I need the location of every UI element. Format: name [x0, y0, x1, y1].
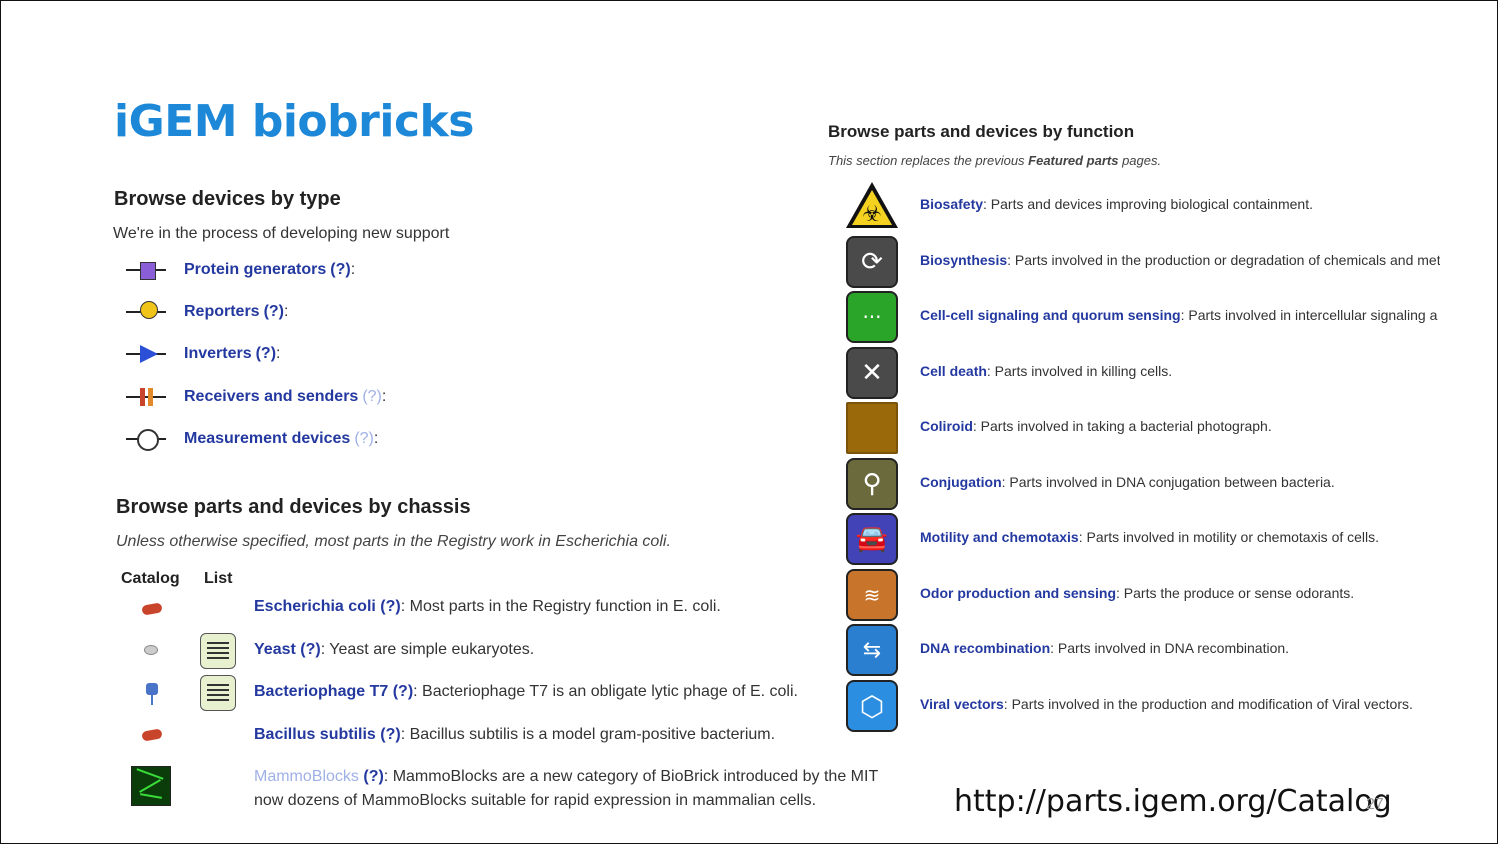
function-link[interactable]: Cell-cell signaling and quorum sensing [920, 307, 1181, 323]
slide-title: iGEM biobricks [114, 96, 474, 147]
device-label[interactable]: Reporters [184, 303, 260, 321]
catalog-column-header: Catalog [121, 570, 180, 587]
list-icon[interactable] [200, 633, 236, 669]
help-link[interactable]: (?) [264, 303, 284, 321]
function-link[interactable]: Biosynthesis [920, 252, 1007, 268]
yeast-icon[interactable] [140, 641, 168, 663]
device-item-receivers-senders[interactable]: Receivers and senders (?) : [126, 382, 386, 412]
function-link[interactable]: Motility and chemotaxis [920, 529, 1079, 545]
function-link[interactable]: Odor production and sensing [920, 585, 1116, 601]
protein-generator-icon [126, 257, 170, 283]
ecoli-icon[interactable] [140, 598, 168, 620]
devices-subtitle: We're in the process of developing new s… [113, 225, 450, 242]
signaling-icon[interactable]: ··· [846, 291, 898, 343]
device-label[interactable]: Measurement devices [184, 430, 350, 448]
help-link[interactable]: (?) [300, 641, 320, 658]
receiver-sender-icon [126, 384, 170, 410]
help-link[interactable]: (?) [393, 683, 413, 700]
function-row-signaling: ··· Cell-cell signaling and quorum sensi… [846, 291, 1486, 343]
function-row-biosafety: ☣ Biosafety: Parts and devices improving… [846, 180, 1486, 232]
chassis-link[interactable]: Escherichia coli [254, 598, 376, 615]
help-link[interactable]: (?) [380, 726, 400, 743]
list-column-header: List [204, 570, 233, 587]
reporter-icon [126, 299, 170, 325]
function-row-coliroid: Coliroid: Parts involved in taking a bac… [846, 402, 1486, 454]
photograph-icon[interactable] [846, 402, 898, 454]
bacteriophage-icon[interactable] [140, 683, 168, 705]
chassis-subtitle: Unless otherwise specified, most parts i… [116, 533, 671, 550]
cross-icon[interactable]: ✕ [846, 347, 898, 399]
catalog-url[interactable]: http://parts.igem.org/Catalog [954, 784, 1392, 819]
help-link[interactable]: (?) [363, 768, 383, 785]
device-label[interactable]: Inverters [184, 345, 252, 363]
list-icon[interactable] [200, 675, 236, 711]
odor-icon[interactable]: ≋ [846, 569, 898, 621]
device-label[interactable]: Protein generators [184, 261, 326, 279]
cycle-arrows-icon[interactable]: ⟳ [846, 236, 898, 288]
car-icon[interactable]: 🚘 [846, 513, 898, 565]
chassis-link[interactable]: Bacillus subtilis [254, 726, 376, 743]
biohazard-icon[interactable]: ☣ [846, 180, 898, 232]
chassis-link[interactable]: MammoBlocks [254, 768, 359, 785]
function-link[interactable]: Viral vectors [920, 696, 1004, 712]
function-row-conjugation: ⚲ Conjugation: Parts involved in DNA con… [846, 458, 1486, 510]
device-item-protein-generators[interactable]: Protein generators (?) : [126, 255, 355, 285]
function-row-biosynthesis: ⟳ Biosynthesis: Parts involved in the pr… [846, 236, 1486, 288]
function-link[interactable]: Conjugation [920, 474, 1002, 490]
virus-icon[interactable]: ⬡ [846, 680, 898, 732]
function-link[interactable]: Coliroid [920, 418, 973, 434]
help-link[interactable]: (?) [362, 388, 382, 406]
devices-heading: Browse devices by type [114, 188, 341, 210]
measurement-icon [126, 426, 170, 452]
chassis-link[interactable]: Yeast [254, 641, 296, 658]
chassis-heading: Browse parts and devices by chassis [116, 496, 471, 518]
help-link[interactable]: (?) [330, 261, 350, 279]
recombination-icon[interactable]: ⇆ [846, 624, 898, 676]
device-item-measurement[interactable]: Measurement devices (?) : [126, 424, 378, 454]
device-item-reporters[interactable]: Reporters (?) : [126, 297, 288, 327]
function-link[interactable]: Biosafety [920, 196, 983, 212]
chassis-link[interactable]: Bacteriophage T7 [254, 683, 388, 700]
conjugation-icon[interactable]: ⚲ [846, 458, 898, 510]
function-row-viral-vectors: ⬡ Viral vectors: Parts involved in the p… [846, 680, 1486, 732]
help-link[interactable]: (?) [256, 345, 276, 363]
function-row-recombination: ⇆ DNA recombination: Parts involved in D… [846, 624, 1486, 676]
function-row-motility: 🚘 Motility and chemotaxis: Parts involve… [846, 513, 1486, 565]
bacillus-icon[interactable] [140, 726, 168, 748]
help-link[interactable]: (?) [354, 430, 374, 448]
help-link[interactable]: (?) [380, 598, 400, 615]
functions-subtitle: This section replaces the previous Featu… [828, 153, 1162, 168]
function-row-cell-death: ✕ Cell death: Parts involved in killing … [846, 347, 1486, 399]
function-link[interactable]: DNA recombination [920, 640, 1050, 656]
function-row-odor: ≋ Odor production and sensing: Parts the… [846, 569, 1486, 621]
device-item-inverters[interactable]: Inverters (?) : [126, 339, 280, 369]
functions-heading: Browse parts and devices by function [828, 122, 1135, 141]
function-link[interactable]: Cell death [920, 363, 987, 379]
device-label[interactable]: Receivers and senders [184, 388, 358, 406]
mammoblocks-icon[interactable] [131, 766, 171, 806]
inverter-icon [126, 341, 170, 367]
page-number: 27 [1366, 796, 1384, 813]
